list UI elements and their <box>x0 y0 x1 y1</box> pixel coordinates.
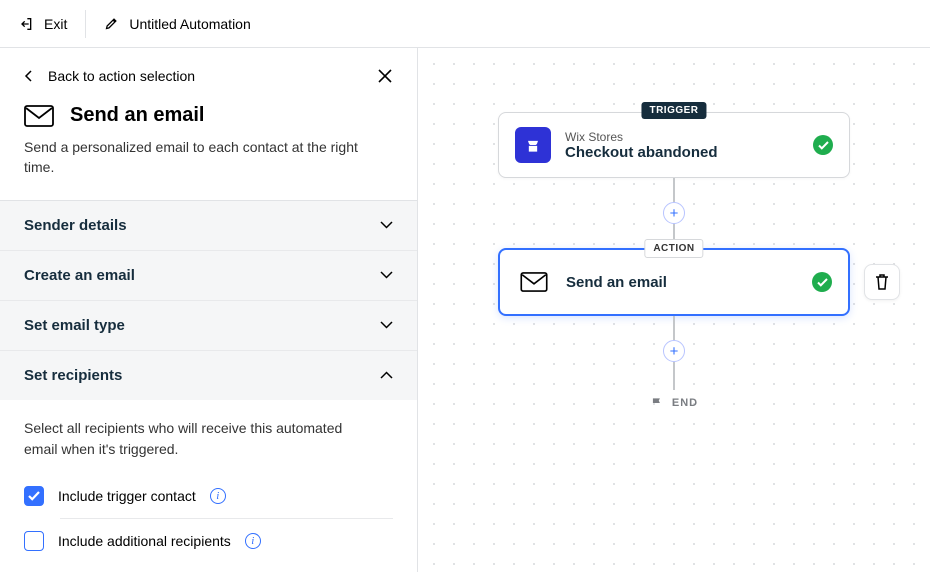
end-label: END <box>672 397 698 409</box>
trash-icon <box>874 273 890 291</box>
sidebar: Back to action selection Send an email S… <box>0 48 418 572</box>
close-icon <box>377 68 393 84</box>
pencil-icon <box>104 16 119 31</box>
accordion-type[interactable]: Set email type <box>0 301 417 350</box>
end-marker: END <box>650 396 698 410</box>
connector <box>673 362 675 390</box>
accordion-create[interactable]: Create an email <box>0 251 417 300</box>
exit-label: Exit <box>44 16 67 32</box>
action-node[interactable]: ACTION Send an email <box>498 248 850 316</box>
close-button[interactable] <box>377 68 393 84</box>
delete-button[interactable] <box>864 264 900 300</box>
panel-title: Send an email <box>70 104 205 127</box>
envelope-icon <box>24 105 54 127</box>
chevron-left-icon <box>24 70 34 82</box>
trigger-label: Checkout abandoned <box>565 144 799 161</box>
action-tag: ACTION <box>644 239 703 258</box>
store-icon <box>515 127 551 163</box>
trigger-tag: TRIGGER <box>641 102 706 119</box>
recipients-desc: Select all recipients who will receive t… <box>24 418 374 460</box>
include-additional-checkbox[interactable] <box>24 531 44 551</box>
back-label: Back to action selection <box>48 68 195 84</box>
chevron-down-icon <box>380 321 393 329</box>
automation-title: Untitled Automation <box>129 16 250 32</box>
chevron-up-icon <box>380 371 393 379</box>
flag-icon <box>650 396 664 410</box>
title-edit[interactable]: Untitled Automation <box>104 16 250 32</box>
canvas[interactable]: TRIGGER Wix Stores Checkout abandoned + … <box>418 48 930 572</box>
status-badge <box>813 135 833 155</box>
trigger-source: Wix Stores <box>565 130 799 144</box>
add-step-button[interactable]: + <box>663 340 685 362</box>
status-badge <box>812 272 832 292</box>
accordion-label: Set recipients <box>24 367 122 384</box>
chevron-down-icon <box>380 221 393 229</box>
include-trigger-label: Include trigger contact <box>58 488 196 504</box>
include-trigger-checkbox[interactable] <box>24 486 44 506</box>
connector <box>673 178 675 202</box>
chevron-down-icon <box>380 271 393 279</box>
trigger-node[interactable]: TRIGGER Wix Stores Checkout abandoned <box>498 112 850 178</box>
envelope-icon <box>516 264 552 300</box>
info-icon[interactable]: i <box>210 488 226 504</box>
check-icon <box>28 491 40 501</box>
include-additional-label: Include additional recipients <box>58 533 231 549</box>
action-label: Send an email <box>566 274 798 291</box>
add-step-button[interactable]: + <box>663 202 685 224</box>
accordion-label: Set email type <box>24 317 125 334</box>
back-link[interactable]: Back to action selection <box>24 68 195 84</box>
accordion-recipients[interactable]: Set recipients <box>0 351 417 400</box>
connector <box>673 316 675 340</box>
exit-icon <box>18 16 34 32</box>
panel-desc: Send a personalized email to each contac… <box>24 137 374 178</box>
info-icon[interactable]: i <box>245 533 261 549</box>
accordion-label: Create an email <box>24 267 135 284</box>
accordion-sender[interactable]: Sender details <box>0 201 417 250</box>
topbar-divider <box>85 10 86 38</box>
exit-button[interactable]: Exit <box>18 16 67 32</box>
accordion-label: Sender details <box>24 217 127 234</box>
